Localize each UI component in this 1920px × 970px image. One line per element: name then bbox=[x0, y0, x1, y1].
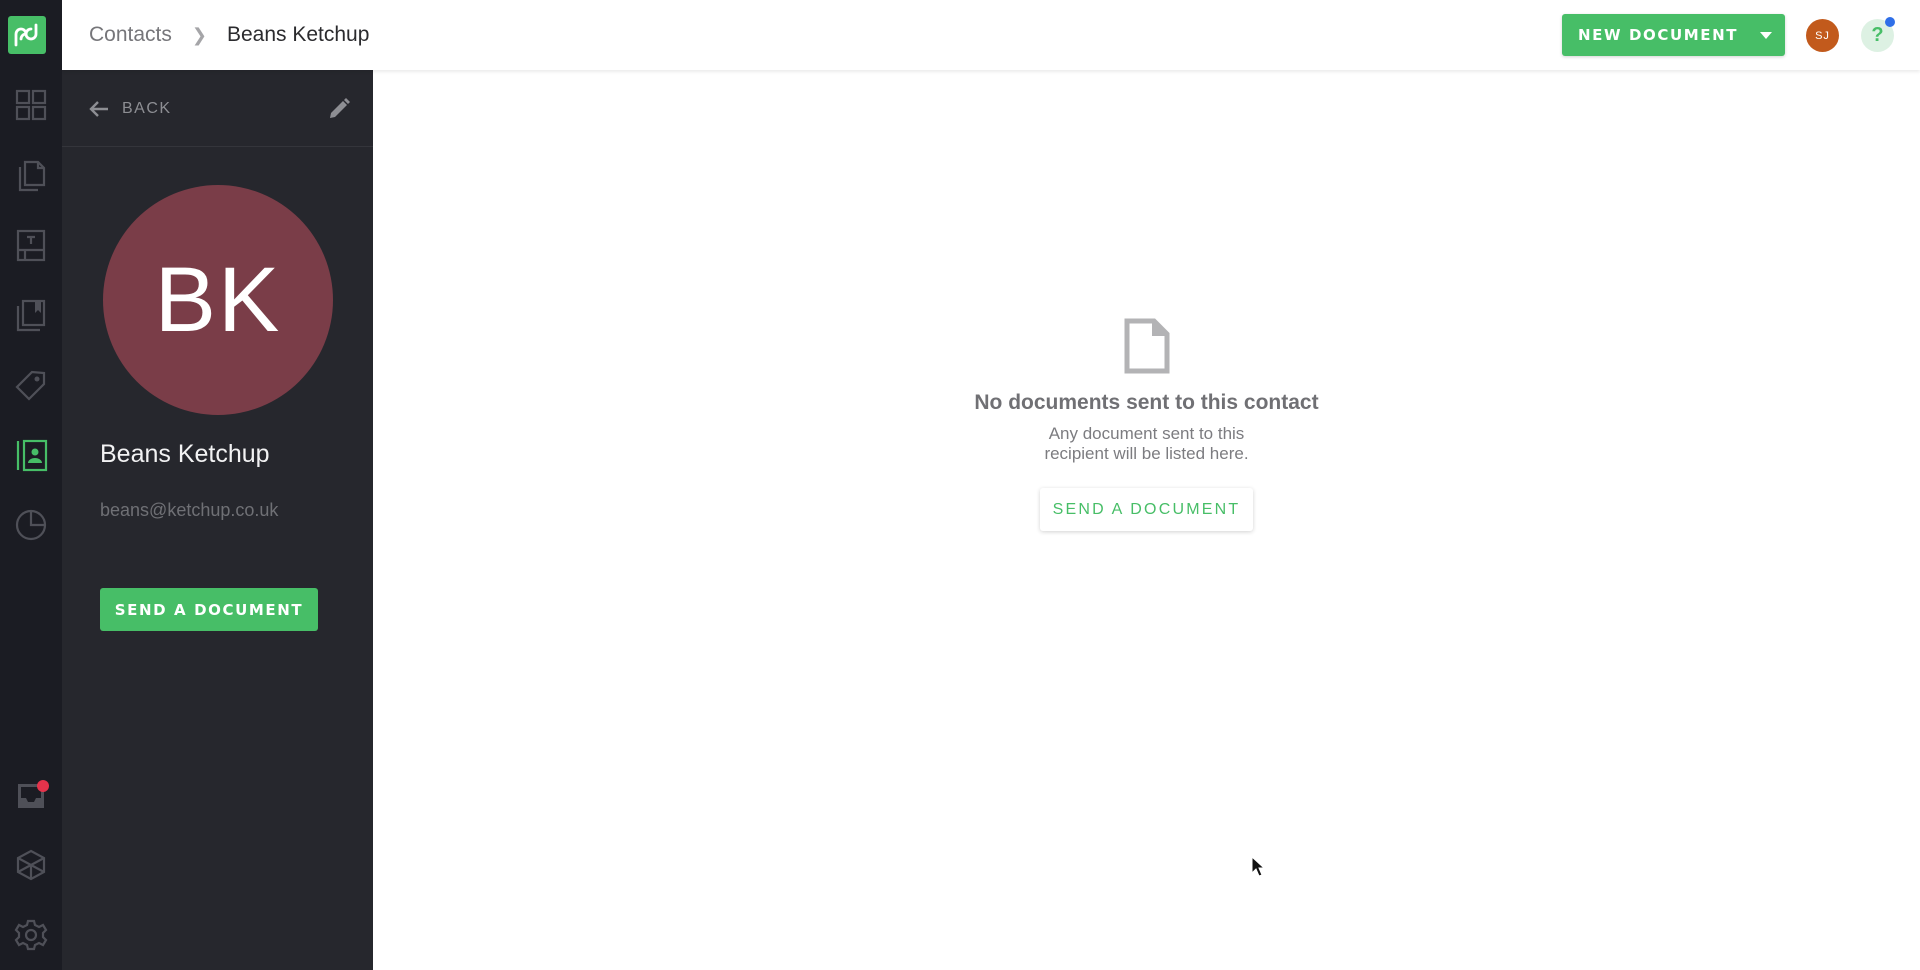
mouse-cursor-icon bbox=[1251, 856, 1265, 877]
empty-state-subtitle: Any document sent to this recipient will… bbox=[373, 424, 1920, 464]
pencil-icon bbox=[330, 98, 350, 118]
arrow-left-icon bbox=[89, 101, 108, 117]
help-notification-dot bbox=[1885, 17, 1895, 27]
contact-name: Beans Ketchup bbox=[100, 440, 270, 468]
main-content: No documents sent to this contact Any do… bbox=[373, 70, 1920, 970]
nav-reports[interactable] bbox=[0, 501, 62, 549]
pandadoc-logo-icon bbox=[14, 23, 38, 47]
caret-down-icon bbox=[1760, 31, 1773, 39]
contact-panel: BACK BK Beans Ketchup beans@ketchup.co.u… bbox=[62, 70, 373, 970]
pie-chart-icon bbox=[15, 509, 47, 541]
pandadoc-logo[interactable] bbox=[8, 16, 46, 54]
library-icon bbox=[16, 299, 46, 332]
empty-state-subtitle-line2: recipient will be listed here. bbox=[1044, 444, 1249, 463]
documents-icon bbox=[18, 160, 46, 192]
send-document-button[interactable]: SEND A DOCUMENT bbox=[100, 588, 318, 631]
breadcrumb-separator-icon: ❯ bbox=[191, 24, 207, 45]
nav-content-library[interactable] bbox=[0, 291, 62, 339]
nav-catalog[interactable] bbox=[0, 361, 62, 409]
nav-settings[interactable] bbox=[0, 911, 62, 959]
nav-templates[interactable] bbox=[0, 221, 62, 269]
contact-avatar: BK bbox=[103, 185, 333, 415]
nav-dashboard[interactable] bbox=[0, 81, 62, 129]
cube-icon bbox=[16, 849, 46, 881]
breadcrumb-current: Beans Ketchup bbox=[226, 23, 370, 46]
breadcrumb: Contacts ❯ Beans Ketchup bbox=[89, 0, 369, 70]
nav-rail bbox=[0, 0, 62, 970]
nav-contacts[interactable] bbox=[0, 431, 62, 479]
inbox-notification-dot bbox=[37, 780, 49, 792]
back-label: BACK bbox=[122, 100, 172, 117]
grid-icon bbox=[15, 89, 47, 121]
new-document-button[interactable]: NEW DOCUMENT bbox=[1562, 14, 1785, 56]
new-document-label: NEW DOCUMENT bbox=[1578, 26, 1739, 44]
app-root: Contacts ❯ Beans Ketchup NEW DOCUMENT SJ… bbox=[0, 0, 1920, 970]
contact-card-icon bbox=[16, 439, 48, 472]
nav-documents[interactable] bbox=[0, 151, 62, 199]
empty-state-title: No documents sent to this contact bbox=[974, 391, 1319, 414]
back-button[interactable]: BACK bbox=[88, 94, 172, 124]
document-icon bbox=[1124, 318, 1170, 374]
empty-state-send-document-button[interactable]: SEND A DOCUMENT bbox=[1040, 488, 1253, 531]
tag-icon bbox=[15, 370, 46, 401]
contact-email: beans@ketchup.co.uk bbox=[100, 500, 279, 520]
nav-integrations[interactable] bbox=[0, 841, 62, 889]
contact-panel-toolbar: BACK bbox=[62, 70, 373, 147]
top-header: Contacts ❯ Beans Ketchup NEW DOCUMENT SJ… bbox=[62, 0, 1920, 70]
user-avatar[interactable]: SJ bbox=[1806, 19, 1839, 52]
gear-icon bbox=[14, 919, 48, 951]
nav-inbox[interactable] bbox=[0, 771, 62, 819]
edit-contact-button[interactable] bbox=[324, 94, 354, 124]
breadcrumb-contacts-link[interactable]: Contacts bbox=[89, 23, 172, 47]
empty-state-subtitle-line1: Any document sent to this bbox=[1048, 424, 1245, 443]
template-icon bbox=[16, 229, 46, 262]
